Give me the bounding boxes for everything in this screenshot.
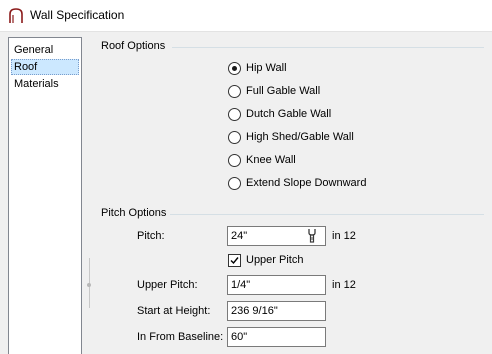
upper-pitch-checkbox-row[interactable]: Upper Pitch (228, 252, 303, 268)
upper-pitch-checkbox-label: Upper Pitch (246, 254, 304, 266)
splitter-handle-icon[interactable] (86, 282, 92, 288)
radio-dutch-gable-wall[interactable]: Dutch Gable Wall (228, 106, 331, 122)
radio-button[interactable] (228, 176, 241, 190)
upper-pitch-unit: in 12 (332, 279, 356, 291)
upper-pitch-input[interactable]: 1/4" (227, 275, 326, 295)
radio-knee-wall[interactable]: Knee Wall (228, 152, 296, 168)
radio-button[interactable] (228, 84, 241, 98)
pitch-unit: in 12 (332, 230, 356, 242)
radio-button[interactable] (228, 153, 241, 167)
upper-pitch-label: Upper Pitch: (137, 279, 198, 291)
start-at-height-label: Start at Height: (137, 305, 211, 317)
in-from-baseline-label: In From Baseline: (137, 331, 224, 343)
upper-pitch-checkbox[interactable] (228, 253, 241, 267)
radio-button[interactable] (228, 130, 241, 144)
roof-options-heading: Roof Options (101, 40, 166, 52)
wall-app-icon (9, 8, 23, 23)
radio-high-shed-gable-wall[interactable]: High Shed/Gable Wall (228, 129, 354, 145)
title-bar: Wall Specification (0, 0, 492, 32)
radio-extend-slope-downward[interactable]: Extend Slope Downward (228, 175, 366, 191)
radio-label: Hip Wall (246, 62, 287, 74)
radio-label: Knee Wall (246, 154, 296, 166)
sidebar-item-materials[interactable]: Materials (11, 76, 79, 92)
radio-hip-wall[interactable]: Hip Wall (228, 60, 287, 76)
radio-label: Full Gable Wall (246, 85, 321, 97)
radio-full-gable-wall[interactable]: Full Gable Wall (228, 83, 320, 99)
pitch-wrench-icon[interactable] (304, 227, 320, 245)
pitch-label: Pitch: (137, 230, 165, 242)
radio-label: Dutch Gable Wall (246, 108, 332, 120)
roof-options-divider (172, 47, 484, 48)
radio-label: High Shed/Gable Wall (246, 131, 354, 143)
sidebar-item-roof[interactable]: Roof (11, 59, 79, 75)
checkmark-icon (230, 256, 239, 264)
radio-button-selected[interactable] (228, 61, 241, 75)
radio-label: Extend Slope Downward (246, 177, 367, 189)
pitch-options-heading: Pitch Options (101, 207, 167, 219)
in-from-baseline-input[interactable]: 60" (227, 327, 326, 347)
start-at-height-input[interactable]: 236 9/16" (227, 301, 326, 321)
sidebar-item-general[interactable]: General (11, 42, 79, 58)
window-title: Wall Specification (30, 8, 125, 22)
category-list: General Roof Materials (8, 37, 82, 354)
radio-button[interactable] (228, 107, 241, 121)
pitch-options-divider (170, 214, 484, 215)
